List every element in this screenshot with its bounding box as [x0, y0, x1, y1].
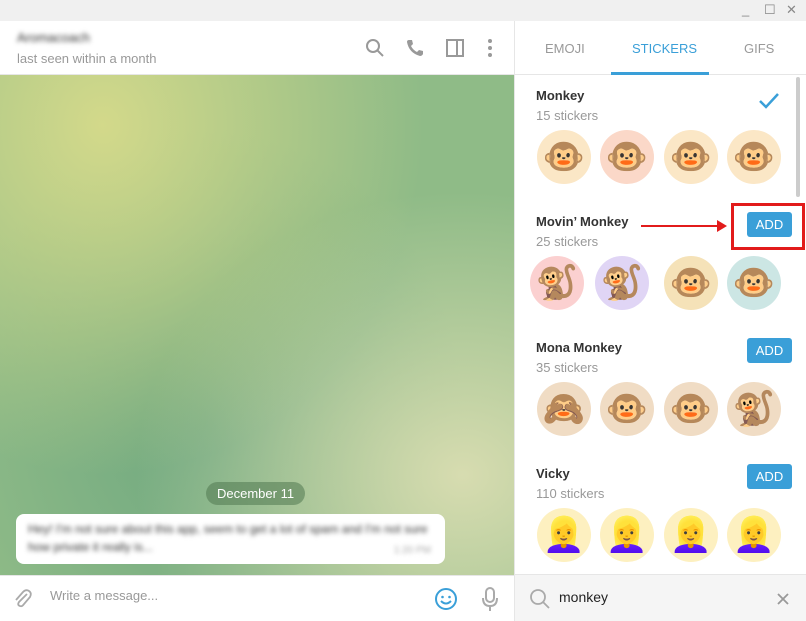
- phone-icon[interactable]: [405, 38, 425, 58]
- sticker[interactable]: 🙈: [537, 382, 591, 436]
- close-window-button[interactable]: ✕: [786, 2, 797, 18]
- sticker-pack[interactable]: Mona Monkey 35 stickers ADD 🙈 🐵 🐵 🐒: [515, 328, 795, 454]
- emoji-icon[interactable]: [434, 587, 458, 611]
- sticker[interactable]: 🐒: [727, 382, 781, 436]
- add-pack-button[interactable]: ADD: [747, 464, 792, 489]
- more-menu-icon[interactable]: [480, 38, 500, 58]
- sticker[interactable]: 🐵: [727, 256, 781, 310]
- pack-count: 110 stickers: [536, 486, 605, 501]
- message-bubble[interactable]: Hey! I'm not sure about this app, seem t…: [16, 514, 445, 564]
- chat-panel: Aromacoach last seen within a month Dece…: [0, 21, 514, 621]
- sticker[interactable]: 🐵: [664, 382, 718, 436]
- sticker[interactable]: 👱‍♀️: [600, 508, 654, 562]
- message-input[interactable]: [50, 588, 410, 603]
- clear-search-icon[interactable]: [777, 593, 789, 605]
- sticker[interactable]: 🐵: [600, 130, 654, 184]
- contact-name[interactable]: Aromacoach: [17, 30, 90, 45]
- sticker[interactable]: 🐒: [530, 256, 584, 310]
- sticker[interactable]: 🐵: [664, 130, 718, 184]
- pack-count: 35 stickers: [536, 360, 599, 375]
- pack-count: 15 stickers: [536, 108, 599, 123]
- sticker[interactable]: 🐵: [600, 382, 654, 436]
- sticker[interactable]: 👱‍♀️: [537, 508, 591, 562]
- attach-icon[interactable]: [12, 588, 34, 610]
- title-bar: _ ☐ ✕: [0, 0, 806, 21]
- contact-status: last seen within a month: [17, 51, 157, 66]
- sticker-panel: EMOJI STICKERS GIFS Monkey 15 stickers 🐵…: [514, 21, 806, 621]
- annotation-highlight-box: [731, 203, 805, 250]
- minimize-button[interactable]: _: [742, 2, 749, 17]
- tab-emoji[interactable]: EMOJI: [545, 41, 585, 56]
- sticker[interactable]: 🐵: [537, 130, 591, 184]
- sidebar-toggle-icon[interactable]: [445, 38, 465, 58]
- pack-name: Mona Monkey: [536, 340, 622, 355]
- chat-header: Aromacoach last seen within a month: [0, 21, 514, 75]
- sticker[interactable]: 🐵: [664, 256, 718, 310]
- message-time: 1:20 PM: [393, 545, 431, 556]
- sticker[interactable]: 👱‍♀️: [727, 508, 781, 562]
- maximize-button[interactable]: ☐: [764, 2, 776, 18]
- add-pack-button[interactable]: ADD: [747, 338, 792, 363]
- sticker[interactable]: 🐒: [595, 256, 649, 310]
- tab-stickers[interactable]: STICKERS: [632, 41, 697, 56]
- microphone-icon[interactable]: [480, 586, 500, 612]
- search-icon[interactable]: [365, 38, 385, 58]
- sticker-search-input[interactable]: [559, 589, 759, 605]
- message-composer: [0, 575, 514, 621]
- active-tab-indicator: [611, 72, 709, 75]
- installed-check-icon: [759, 93, 779, 109]
- panel-tabs: EMOJI STICKERS GIFS: [515, 21, 806, 75]
- sticker[interactable]: 🐵: [727, 130, 781, 184]
- sticker-pack[interactable]: Monkey 15 stickers 🐵 🐵 🐵 🐵: [515, 76, 795, 202]
- search-icon: [530, 589, 550, 609]
- date-badge: December 11: [206, 482, 306, 505]
- tab-gifs[interactable]: GIFS: [744, 41, 774, 56]
- chat-background: December 11 Hey! I'm not sure about this…: [0, 75, 514, 575]
- scrollbar[interactable]: [796, 77, 800, 197]
- pack-name: Vicky: [536, 466, 570, 481]
- pack-name: Movin’ Monkey: [536, 214, 629, 229]
- message-text: Hey! I'm not sure about this app, seem t…: [28, 522, 428, 554]
- annotation-arrow: [641, 220, 727, 232]
- sticker-pack[interactable]: Vicky 110 stickers ADD 👱‍♀️ 👱‍♀️ 👱‍♀️ 👱‍…: [515, 454, 795, 574]
- pack-count: 25 stickers: [536, 234, 599, 249]
- sticker[interactable]: 👱‍♀️: [664, 508, 718, 562]
- sticker-search-bar: [515, 574, 806, 621]
- sticker-pack-list: Monkey 15 stickers 🐵 🐵 🐵 🐵 Movin’ Monkey…: [515, 76, 806, 574]
- pack-name: Monkey: [536, 88, 585, 103]
